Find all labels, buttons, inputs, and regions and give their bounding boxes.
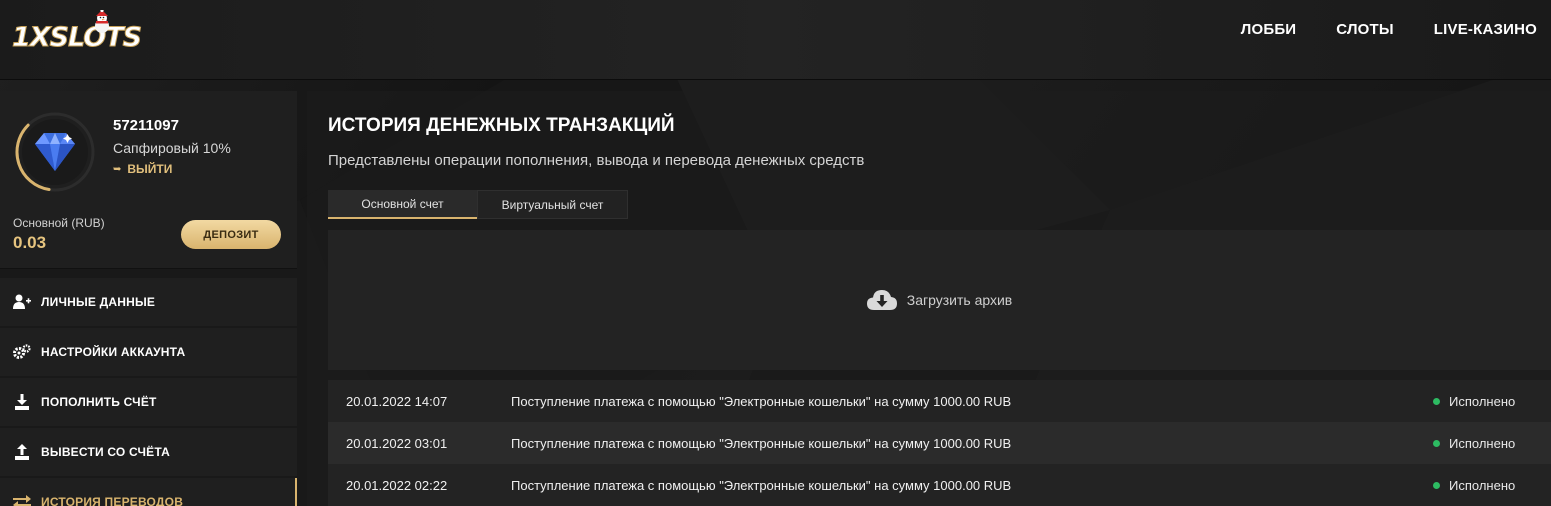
- tab-main-account[interactable]: Основной счет: [328, 190, 477, 219]
- gears-icon: [13, 343, 31, 361]
- logout-icon: ➥: [113, 163, 122, 175]
- table-row: 20.01.2022 02:22 Поступление платежа с п…: [328, 464, 1551, 506]
- tx-description: Поступление платежа с помощью "Электронн…: [511, 477, 1012, 493]
- status-dot-icon: [1433, 481, 1440, 489]
- tx-date: 20.01.2022 14:07: [346, 393, 448, 409]
- status-badge: Исполнено: [1433, 436, 1551, 451]
- tab-virtual-account[interactable]: Виртуальный счет: [477, 190, 628, 219]
- download-icon: [13, 393, 31, 411]
- nav-slots[interactable]: СЛОТЫ: [1336, 21, 1394, 38]
- top-header: 1XSLOTS ЛОББИ СЛОТЫ LIVE-КАЗИНО: [0, 0, 1551, 80]
- logout-link[interactable]: ➥ ВЫЙТИ: [113, 162, 172, 176]
- table-row: 20.01.2022 14:07 Поступление платежа с п…: [328, 380, 1551, 422]
- cloud-download-icon: [866, 290, 897, 310]
- balance-value: 0.03: [13, 233, 47, 252]
- site-logo[interactable]: 1XSLOTS: [10, 10, 170, 56]
- snowman-icon: [95, 10, 109, 33]
- sapphire-level-avatar: [15, 112, 95, 192]
- page-subtitle: Представлены операции пополнения, вывода…: [328, 152, 865, 169]
- account-menu: ЛИЧНЫЕ ДАННЫЕ НАСТРОЙКИ АККАУНТА ПОПОЛНИ…: [0, 278, 297, 506]
- download-archive-button[interactable]: Загрузить архив: [328, 230, 1551, 370]
- nav-lobby[interactable]: ЛОББИ: [1241, 21, 1297, 38]
- main-nav: ЛОББИ СЛОТЫ LIVE-КАЗИНО: [1241, 21, 1537, 38]
- upload-icon: [13, 443, 31, 461]
- page-title: ИСТОРИЯ ДЕНЕЖНЫХ ТРАНЗАКЦИЙ: [328, 115, 675, 136]
- menu-top-up[interactable]: ПОПОЛНИТЬ СЧЁТ: [0, 378, 297, 426]
- status-badge: Исполнено: [1433, 394, 1551, 409]
- menu-withdraw[interactable]: ВЫВЕСТИ СО СЧЁТА: [0, 428, 297, 476]
- menu-label: ЛИЧНЫЕ ДАННЫЕ: [41, 295, 156, 309]
- archive-label: Загрузить архив: [906, 292, 1013, 308]
- loyalty-level: Сапфировый 10%: [113, 140, 231, 156]
- user-plus-icon: [13, 293, 31, 311]
- menu-label: НАСТРОЙКИ АККАУНТА: [41, 345, 186, 359]
- tx-date: 20.01.2022 03:01: [346, 435, 448, 451]
- transactions-list: 20.01.2022 14:07 Поступление платежа с п…: [328, 380, 1551, 506]
- nav-live-casino[interactable]: LIVE-КАЗИНО: [1434, 21, 1537, 38]
- account-sidebar: 57211097 Сапфировый 10% ➥ ВЫЙТИ Основной…: [0, 91, 297, 506]
- status-label: Исполнено: [1449, 393, 1516, 409]
- transfer-icon: [13, 493, 31, 506]
- profile-card: 57211097 Сапфировый 10% ➥ ВЫЙТИ Основной…: [0, 91, 297, 269]
- status-label: Исполнено: [1449, 435, 1516, 451]
- status-label: Исполнено: [1449, 477, 1516, 493]
- table-row: 20.01.2022 03:01 Поступление платежа с п…: [328, 422, 1551, 464]
- user-id: 57211097: [113, 117, 179, 134]
- status-dot-icon: [1433, 439, 1440, 447]
- menu-account-settings[interactable]: НАСТРОЙКИ АККАУНТА: [0, 328, 297, 376]
- logo-text: 1XSLOTS: [11, 22, 142, 54]
- status-dot-icon: [1433, 397, 1440, 405]
- account-tabs: Основной счет Виртуальный счет: [328, 190, 628, 219]
- balance-label: Основной (RUB): [13, 216, 105, 230]
- menu-label: ВЫВЕСТИ СО СЧЁТА: [41, 445, 171, 459]
- logout-label: ВЫЙТИ: [127, 162, 173, 176]
- tx-description: Поступление платежа с помощью "Электронн…: [511, 435, 1012, 451]
- transactions-panel: ИСТОРИЯ ДЕНЕЖНЫХ ТРАНЗАКЦИЙ Представлены…: [307, 91, 1551, 506]
- deposit-button[interactable]: ДЕПОЗИТ: [181, 220, 281, 249]
- menu-personal-data[interactable]: ЛИЧНЫЕ ДАННЫЕ: [0, 278, 297, 326]
- tx-date: 20.01.2022 02:22: [346, 477, 448, 493]
- status-badge: Исполнено: [1433, 478, 1551, 493]
- menu-label: ПОПОЛНИТЬ СЧЁТ: [41, 395, 157, 409]
- menu-transfer-history[interactable]: ИСТОРИЯ ПЕРЕВОДОВ: [0, 478, 297, 506]
- menu-label: ИСТОРИЯ ПЕРЕВОДОВ: [41, 495, 184, 506]
- tx-description: Поступление платежа с помощью "Электронн…: [511, 393, 1012, 409]
